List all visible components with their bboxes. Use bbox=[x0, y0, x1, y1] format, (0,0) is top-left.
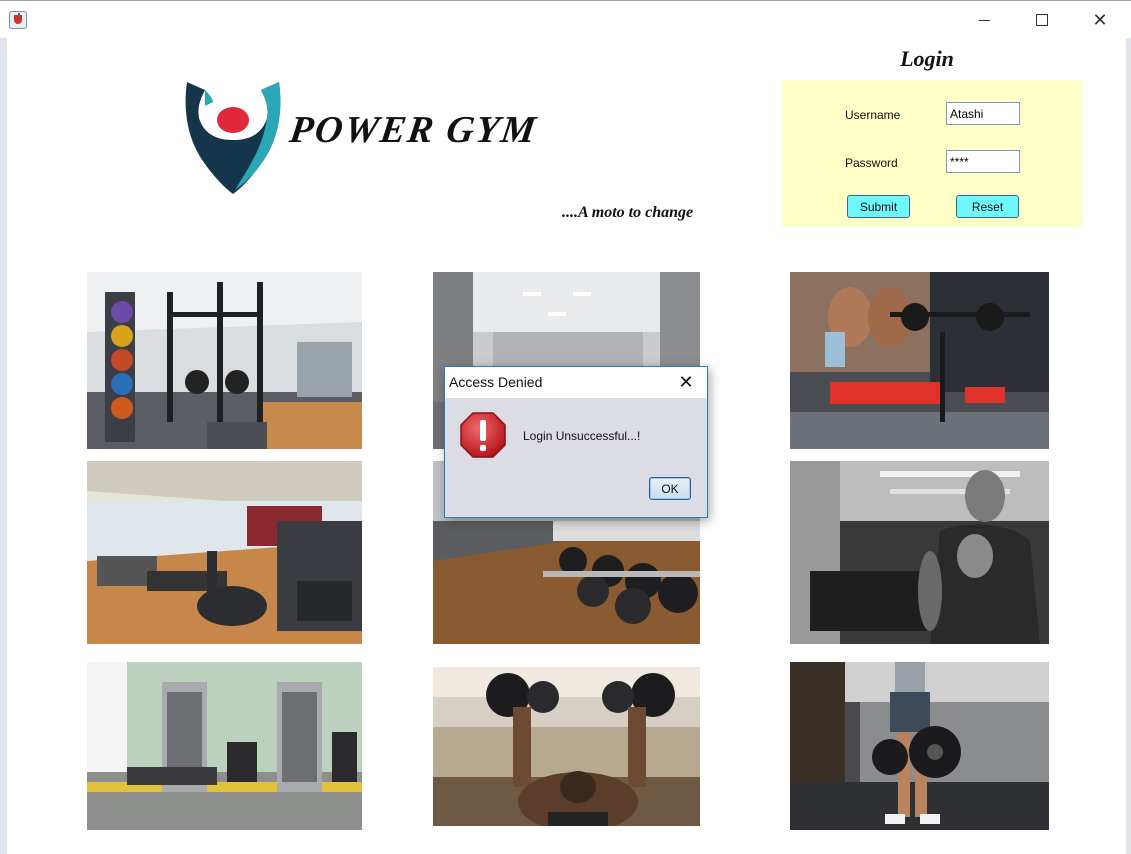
arm-wrestling-photo bbox=[790, 272, 1049, 449]
login-title: Login bbox=[900, 46, 954, 71]
username-field[interactable] bbox=[946, 102, 1020, 125]
window-frame-left bbox=[0, 38, 7, 854]
close-icon: ✕ bbox=[678, 371, 694, 392]
dialog-message: Login Unsuccessful...! bbox=[523, 429, 641, 443]
dialog-title: Access Denied bbox=[449, 374, 543, 390]
username-label: Username bbox=[845, 108, 901, 122]
weight-machines-photo bbox=[87, 662, 362, 830]
power-gym-logo bbox=[185, 82, 281, 194]
java-cup-icon bbox=[9, 11, 27, 29]
window-titlebar: ✕ bbox=[0, 0, 1131, 39]
minimize-button[interactable] bbox=[961, 7, 1007, 33]
close-icon: ✕ bbox=[1092, 9, 1108, 30]
reset-button[interactable]: Reset bbox=[956, 195, 1019, 218]
cardio-machines-photo bbox=[87, 461, 362, 644]
submit-button[interactable]: Submit bbox=[847, 195, 910, 218]
maximize-button[interactable] bbox=[1019, 7, 1065, 33]
close-window-button[interactable]: ✕ bbox=[1077, 7, 1123, 33]
dumbbell-press-photo bbox=[433, 667, 700, 826]
ok-button[interactable]: OK bbox=[649, 477, 691, 500]
password-label: Password bbox=[845, 156, 898, 170]
login-panel: Username Password Submit Reset bbox=[782, 80, 1082, 227]
access-denied-dialog: Access Denied ✕ Login Unsuccessful...! O… bbox=[444, 366, 708, 518]
maximize-icon bbox=[1036, 14, 1048, 26]
error-icon bbox=[460, 412, 506, 458]
tagline: ....A moto to change bbox=[562, 204, 694, 221]
dialog-titlebar: Access Denied ✕ bbox=[445, 367, 707, 398]
gym-equipment-rack-photo bbox=[87, 272, 362, 449]
window-frame-right bbox=[1126, 38, 1131, 854]
weight-plate-carry-photo bbox=[790, 662, 1049, 830]
password-field[interactable] bbox=[946, 150, 1020, 173]
dialog-close-button[interactable]: ✕ bbox=[675, 371, 697, 393]
treadmill-runner-photo bbox=[790, 461, 1049, 644]
minimize-icon bbox=[978, 19, 990, 21]
brand-name: POWER GYM bbox=[287, 109, 541, 151]
